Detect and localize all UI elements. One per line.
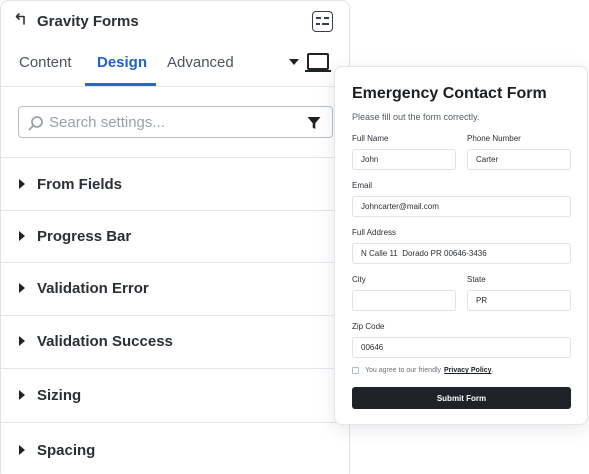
consent-checkbox[interactable] bbox=[352, 367, 359, 374]
form-preview-card: Emergency Contact Form Please fill out t… bbox=[334, 66, 588, 425]
settings-panel: Gravity Forms Content Design Advanced Se… bbox=[0, 0, 350, 474]
consent-suffix: . bbox=[491, 367, 494, 374]
form-subtitle: Please fill out the form correctly. bbox=[352, 112, 480, 122]
state-label: State bbox=[467, 275, 486, 284]
full-address-field[interactable] bbox=[352, 243, 571, 264]
privacy-policy-link[interactable]: Privacy Policy bbox=[444, 367, 491, 374]
expand-arrow-icon bbox=[19, 390, 25, 400]
expand-arrow-icon bbox=[19, 283, 25, 293]
city-label: City bbox=[352, 275, 366, 284]
zip-code-label: Zip Code bbox=[352, 322, 385, 331]
search-input[interactable] bbox=[49, 111, 299, 133]
full-name-field[interactable] bbox=[352, 149, 456, 170]
panel-header: Gravity Forms bbox=[1, 1, 349, 41]
section-label: Progress Bar bbox=[37, 228, 132, 245]
section-label: Spacing bbox=[37, 442, 96, 459]
collapse-panel-icon bbox=[316, 17, 329, 25]
caret-down-icon[interactable] bbox=[289, 59, 299, 65]
section-validation-success[interactable]: Validation Success bbox=[1, 316, 349, 369]
collapse-panel-button[interactable] bbox=[312, 11, 333, 32]
section-from-fields[interactable]: From Fields bbox=[1, 158, 349, 211]
email-field[interactable] bbox=[352, 196, 571, 217]
active-tab-indicator bbox=[85, 83, 156, 86]
section-label: From Fields bbox=[37, 176, 123, 193]
section-spacing[interactable]: Spacing bbox=[1, 423, 349, 474]
tab-advanced[interactable]: Advanced bbox=[167, 54, 234, 71]
full-address-label: Full Address bbox=[352, 228, 397, 237]
search-box bbox=[18, 106, 333, 138]
tab-content[interactable]: Content bbox=[19, 54, 72, 71]
email-label: Email bbox=[352, 181, 373, 190]
back-arrow-icon[interactable] bbox=[15, 12, 29, 26]
desktop-device-icon[interactable] bbox=[305, 53, 331, 72]
section-validation-error[interactable]: Validation Error bbox=[1, 263, 349, 316]
expand-arrow-icon bbox=[19, 231, 25, 241]
expand-arrow-icon bbox=[19, 445, 25, 455]
state-field[interactable] bbox=[467, 290, 571, 311]
search-icon bbox=[28, 116, 43, 131]
section-progress-bar[interactable]: Progress Bar bbox=[1, 211, 349, 263]
settings-tabs: Content Design Advanced bbox=[1, 41, 349, 87]
section-sizing[interactable]: Sizing bbox=[1, 369, 349, 423]
city-field[interactable] bbox=[352, 290, 456, 311]
submit-form-button[interactable]: Submit Form bbox=[352, 387, 571, 409]
full-name-label: Full Name bbox=[352, 134, 389, 143]
search-row bbox=[1, 87, 349, 158]
section-label: Validation Error bbox=[37, 280, 149, 297]
section-label: Sizing bbox=[37, 387, 82, 404]
consent-row: You agree to our friendly Privacy Policy… bbox=[352, 367, 493, 374]
consent-text: You agree to our friendly bbox=[365, 367, 442, 374]
filter-icon[interactable] bbox=[307, 116, 321, 130]
section-label: Validation Success bbox=[37, 333, 173, 350]
panel-title: Gravity Forms bbox=[37, 13, 139, 30]
phone-number-field[interactable] bbox=[467, 149, 571, 170]
expand-arrow-icon bbox=[19, 179, 25, 189]
form-title: Emergency Contact Form bbox=[352, 85, 547, 102]
phone-number-label: Phone Number bbox=[467, 134, 521, 143]
zip-code-field[interactable] bbox=[352, 337, 571, 358]
tab-design[interactable]: Design bbox=[97, 54, 147, 71]
expand-arrow-icon bbox=[19, 336, 25, 346]
